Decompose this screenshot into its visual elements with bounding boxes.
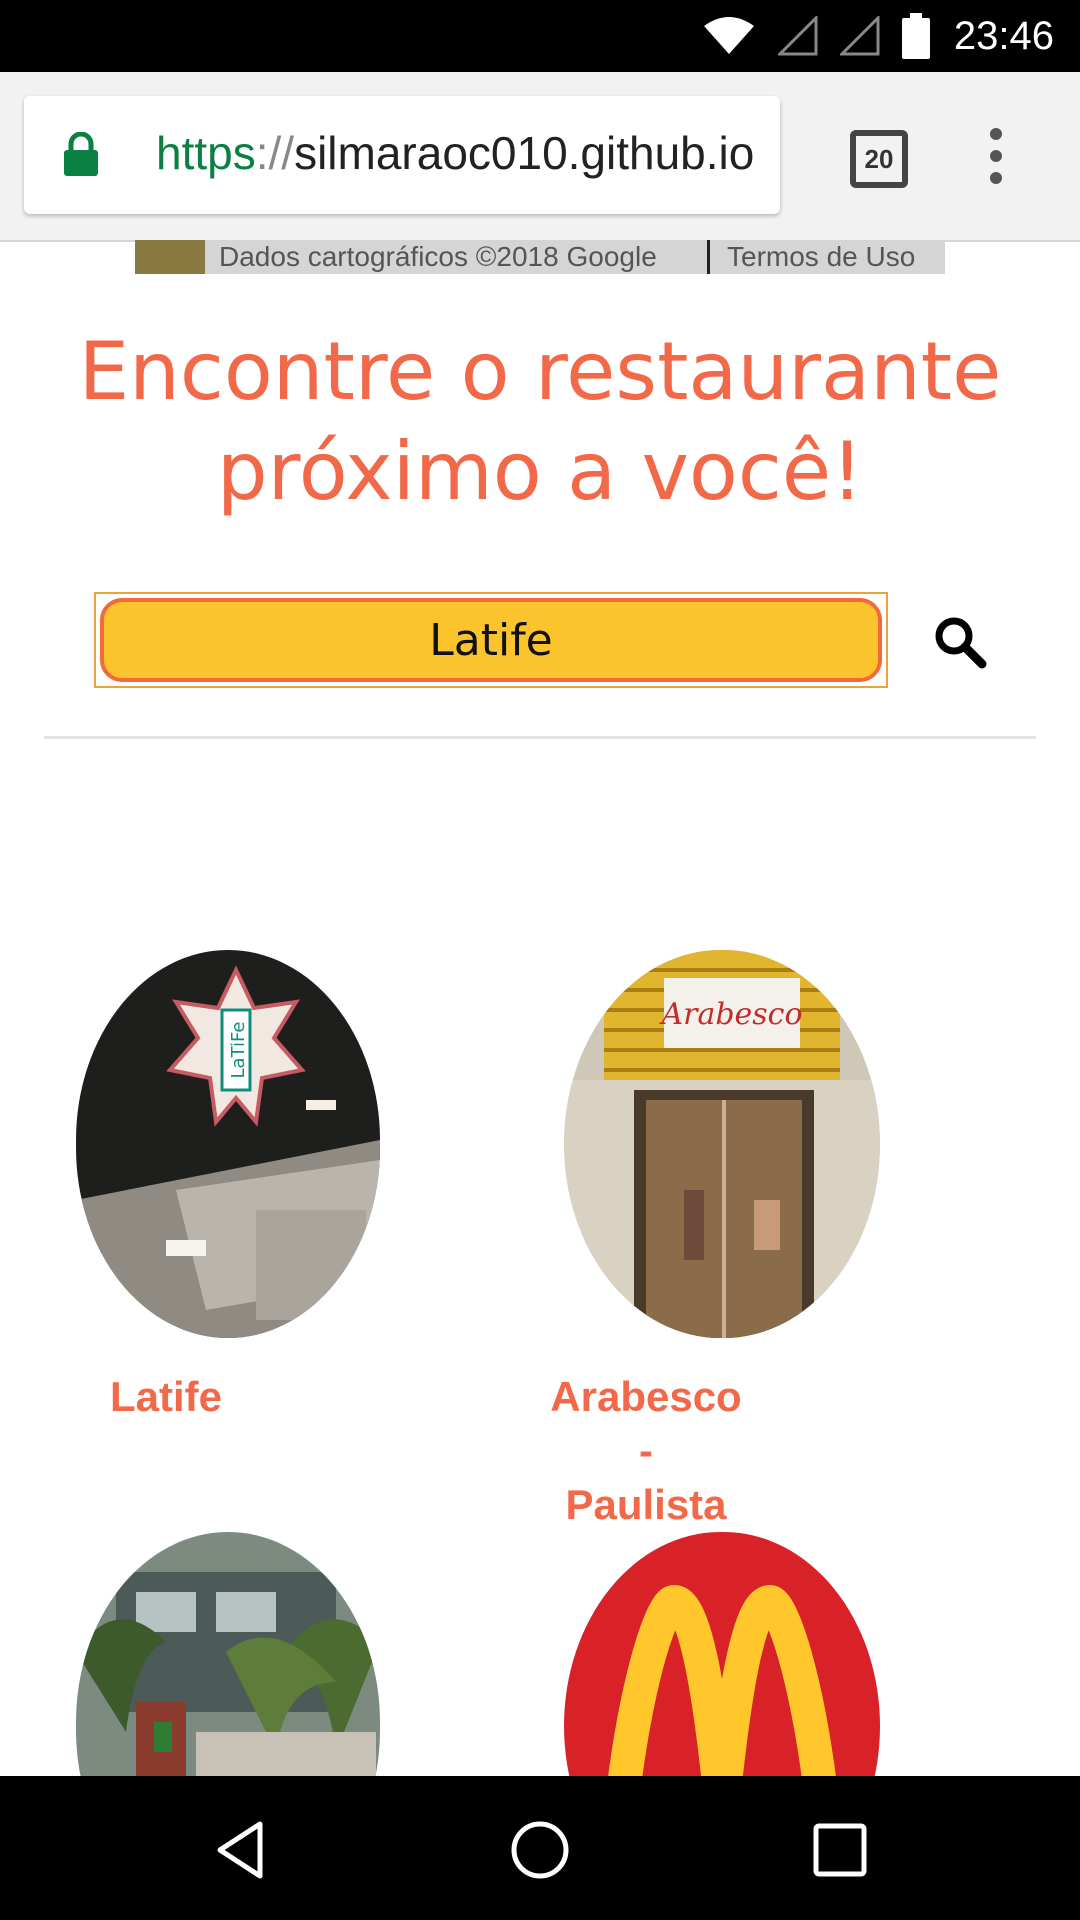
system-navigation-bar [0, 1776, 1080, 1920]
lock-icon [64, 132, 98, 176]
home-icon[interactable] [508, 1818, 572, 1882]
tab-count: 20 [864, 143, 894, 174]
clock: 23:46 [953, 14, 1054, 58]
divider [44, 736, 1036, 739]
restaurant-name-latife[interactable]: Latife [110, 1370, 222, 1424]
back-icon[interactable] [210, 1818, 274, 1882]
overflow-menu-button[interactable] [980, 128, 1012, 188]
status-bar: 23:46 [0, 0, 1080, 72]
url-text[interactable]: https://silmaraoc010.github.io [156, 126, 754, 180]
page-title-line2: próximo a você! [216, 425, 864, 518]
url-scheme: https [156, 127, 256, 179]
recents-icon[interactable] [808, 1818, 872, 1882]
restaurant-name-arabesco[interactable]: Arabesco - Paulista [546, 1370, 746, 1532]
tab-switcher-button[interactable]: 20 [850, 130, 908, 188]
restaurant-card-arabesco[interactable]: Arabesco Arabesco - Paulista [480, 950, 900, 1528]
svg-text:Arabesco: Arabesco [658, 997, 802, 1032]
map-attribution-strip: Dados cartográficos ©2018 Google Termos … [135, 240, 945, 274]
address-bar[interactable]: https://silmaraoc010.github.io [24, 96, 780, 214]
battery-icon [902, 13, 930, 59]
attribution-divider [707, 240, 710, 274]
page-title: Encontre o restaurante próximo a você! [60, 322, 1020, 522]
terms-of-use-link[interactable]: Termos de Uso [727, 241, 915, 273]
restaurant-card-latife[interactable]: LaTiFe Latife [0, 950, 420, 1430]
url-separator: :// [255, 127, 295, 179]
restaurant-photo-latife[interactable]: LaTiFe [76, 950, 380, 1338]
screen: 23:46 https://silmaraoc010.github.io 20 … [0, 0, 1080, 1920]
search-input[interactable] [100, 598, 882, 682]
signal-icon [840, 16, 880, 56]
google-logo [135, 240, 205, 274]
status-icons [702, 12, 930, 60]
restaurant-name-line2: Paulista [565, 1481, 727, 1528]
restaurant-name-line1: Arabesco - [550, 1373, 742, 1474]
signal-icon [778, 16, 818, 56]
search-box [94, 592, 888, 688]
map-data-attribution: Dados cartográficos ©2018 Google [219, 241, 657, 272]
page-title-line1: Encontre o restaurante [78, 325, 1002, 418]
search-icon[interactable] [930, 612, 990, 672]
wifi-icon [704, 17, 754, 54]
url-host: silmaraoc010.github.io [294, 127, 755, 179]
browser-toolbar: https://silmaraoc010.github.io 20 [0, 72, 1080, 242]
restaurant-card-3[interactable] [0, 1532, 420, 1920]
svg-text:LaTiFe: LaTiFe [228, 1022, 249, 1079]
restaurant-card-4[interactable] [480, 1532, 900, 1920]
restaurant-photo-arabesco[interactable]: Arabesco [564, 950, 880, 1338]
